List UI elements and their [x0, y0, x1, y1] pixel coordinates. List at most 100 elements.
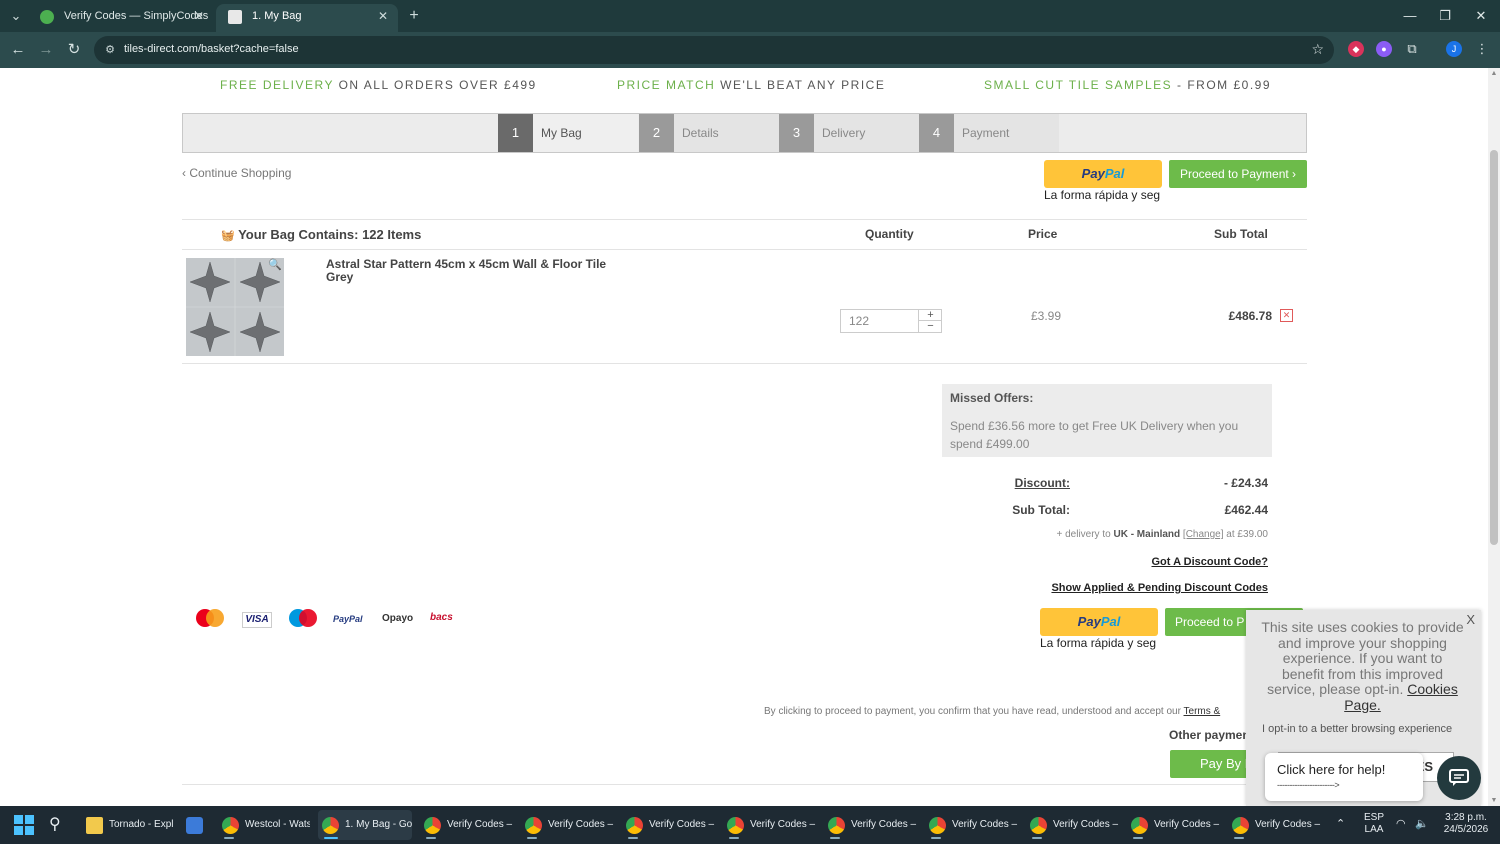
- taskbar-item-explorer[interactable]: Tornado - Expl: [82, 810, 174, 840]
- close-window-button[interactable]: ✕: [1466, 4, 1496, 28]
- taskbar-label: Verify Codes –: [1255, 819, 1321, 830]
- windows-start-icon[interactable]: [14, 815, 34, 835]
- taskbar-label: Verify Codes –: [1154, 819, 1220, 830]
- terms-link[interactable]: Terms &: [1184, 706, 1221, 717]
- chrome-icon: [322, 817, 339, 834]
- step-details[interactable]: Details: [674, 114, 779, 152]
- taskbar-item-store[interactable]: [182, 810, 210, 840]
- taskbar-item-verify-codes[interactable]: Verify Codes –: [723, 810, 817, 840]
- taskbar-item-westcol[interactable]: Westcol - Wats: [218, 810, 310, 840]
- taskbar-item-verify-codes[interactable]: Verify Codes –: [420, 810, 514, 840]
- basket-icon: 🧺: [221, 230, 235, 242]
- minimize-button[interactable]: —: [1395, 4, 1425, 28]
- clock[interactable]: 3:28 p.m. 24/5/2026: [1440, 812, 1492, 836]
- column-price: Price: [1028, 227, 1058, 241]
- close-icon[interactable]: ✕: [194, 4, 204, 28]
- visa-logo: VISA: [242, 612, 272, 628]
- scroll-up-arrow-icon[interactable]: ▲: [1490, 70, 1498, 77]
- step-number: 4: [919, 114, 954, 152]
- profile-avatar[interactable]: J: [1446, 41, 1462, 57]
- column-quantity: Quantity: [865, 227, 914, 241]
- taskbar-label: Verify Codes –: [649, 819, 715, 830]
- column-subtotal: Sub Total: [1214, 227, 1268, 241]
- url-text: tiles-direct.com/basket?cache=false: [124, 43, 299, 55]
- site-info-icon[interactable]: ⚙: [102, 42, 118, 58]
- mastercard-logo: [195, 608, 225, 631]
- reload-icon[interactable]: ↻: [62, 38, 86, 62]
- product-name-link[interactable]: Astral Star Pattern 45cm x 45cm Wall & F…: [326, 258, 616, 284]
- tab-search-button[interactable]: ⌄: [4, 5, 28, 27]
- change-delivery-link[interactable]: [Change]: [1183, 529, 1224, 540]
- zoom-icon[interactable]: 🔍: [268, 258, 282, 271]
- page-scrollbar[interactable]: ▲ ▼: [1488, 68, 1500, 806]
- taskbar-label: Verify Codes –: [548, 819, 614, 830]
- remove-item-icon[interactable]: ✕: [1280, 309, 1293, 322]
- proceed-to-payment-button[interactable]: Proceed to Payment ›: [1169, 160, 1307, 188]
- subtotal-value: £462.44: [1224, 503, 1268, 517]
- language-code: ESP: [1363, 812, 1384, 823]
- paypal-button-bottom[interactable]: PayPal: [1040, 608, 1158, 636]
- taskbar-item-verify-codes[interactable]: Verify Codes –: [521, 810, 615, 840]
- promo-price-match: PRICE MATCH WE'LL BEAT ANY PRICE: [617, 78, 885, 92]
- search-icon[interactable]: ⚲: [49, 814, 61, 834]
- bag-title: 🧺 Your Bag Contains: 122 Items: [221, 227, 421, 242]
- delivery-region: UK - Mainland: [1113, 529, 1181, 540]
- keyboard-layout: LAA: [1364, 824, 1384, 835]
- extension-purple-icon[interactable]: ●: [1376, 41, 1392, 57]
- new-tab-button[interactable]: +: [402, 5, 426, 27]
- step-my-bag[interactable]: My Bag: [533, 114, 638, 152]
- maximize-button[interactable]: ❐: [1430, 4, 1460, 28]
- taskbar-item-verify-codes[interactable]: Verify Codes –: [1127, 810, 1221, 840]
- forward-arrow-icon[interactable]: →: [34, 38, 58, 62]
- help-text: Click here for help!: [1277, 762, 1386, 777]
- language-indicator[interactable]: ESP LAA: [1362, 812, 1386, 836]
- scrollbar-thumb[interactable]: [1490, 150, 1498, 545]
- tray-chevron-icon[interactable]: ⌃: [1336, 818, 1345, 830]
- paypal-button-top[interactable]: PayPal: [1044, 160, 1162, 188]
- product-image[interactable]: 🔍: [186, 258, 284, 356]
- address-bar[interactable]: ⚙ tiles-direct.com/basket?cache=false ☆: [94, 36, 1334, 64]
- chat-icon[interactable]: [1437, 756, 1481, 800]
- taskbar-item-verify-codes[interactable]: Verify Codes –: [622, 810, 716, 840]
- divider: [182, 363, 1307, 364]
- running-indicator: [729, 837, 739, 839]
- running-indicator: [1133, 837, 1143, 839]
- back-arrow-icon[interactable]: ←: [6, 38, 30, 62]
- taskbar-item-verify-codes[interactable]: Verify Codes –: [1026, 810, 1120, 840]
- taskbar-label: Verify Codes –: [447, 819, 513, 830]
- windows-taskbar: ⚲ Tornado - Expl Westcol - Wats 1. My Ba…: [0, 806, 1500, 844]
- browser-tab-bar: ⌄ Verify Codes — SimplyCodes ✕ 1. My Bag…: [0, 0, 1500, 32]
- discount-label[interactable]: Discount:: [980, 476, 1070, 490]
- quantity-stepper[interactable]: + −: [840, 309, 942, 333]
- step-payment[interactable]: Payment: [954, 114, 1059, 152]
- discount-code-link[interactable]: Got A Discount Code?: [1000, 556, 1268, 568]
- promo-text: WE'LL BEAT ANY PRICE: [715, 78, 886, 92]
- divider: [182, 249, 1307, 250]
- taskbar-item-verify-codes[interactable]: Verify Codes –: [925, 810, 1019, 840]
- bookmark-star-icon[interactable]: ☆: [1311, 41, 1324, 58]
- quantity-decrease-button[interactable]: −: [918, 321, 942, 332]
- clock-date: 24/5/2026: [1443, 824, 1489, 835]
- extensions-puzzle-icon[interactable]: ⧉: [1404, 41, 1420, 57]
- wifi-icon[interactable]: ◠: [1396, 818, 1406, 830]
- show-discount-codes-link[interactable]: Show Applied & Pending Discount Codes: [1000, 582, 1268, 594]
- continue-shopping-link[interactable]: ‹ Continue Shopping: [182, 166, 291, 180]
- tab-my-bag[interactable]: 1. My Bag ✕: [216, 4, 398, 32]
- browser-menu-icon[interactable]: ⋮: [1474, 41, 1490, 57]
- step-number: 3: [779, 114, 814, 152]
- step-delivery[interactable]: Delivery: [814, 114, 919, 152]
- cookie-close-button[interactable]: X: [1466, 612, 1475, 627]
- quantity-input[interactable]: [841, 310, 917, 332]
- taskbar-item-my-bag[interactable]: 1. My Bag - Go: [318, 810, 412, 840]
- tab-verify-codes[interactable]: Verify Codes — SimplyCodes ✕: [28, 4, 214, 32]
- scroll-down-arrow-icon[interactable]: ▼: [1490, 797, 1498, 804]
- help-bubble[interactable]: Click here for help! -------------------…: [1265, 753, 1423, 801]
- volume-icon[interactable]: 🔈: [1415, 818, 1429, 830]
- taskbar-item-verify-codes[interactable]: Verify Codes –: [1228, 810, 1322, 840]
- maestro-icon: [289, 609, 317, 627]
- taskbar-item-verify-codes[interactable]: Verify Codes –: [824, 810, 918, 840]
- taskbar-label: Verify Codes –: [952, 819, 1018, 830]
- close-icon[interactable]: ✕: [378, 4, 388, 28]
- extension-shield-icon[interactable]: ◆: [1348, 41, 1364, 57]
- running-indicator: [224, 837, 234, 839]
